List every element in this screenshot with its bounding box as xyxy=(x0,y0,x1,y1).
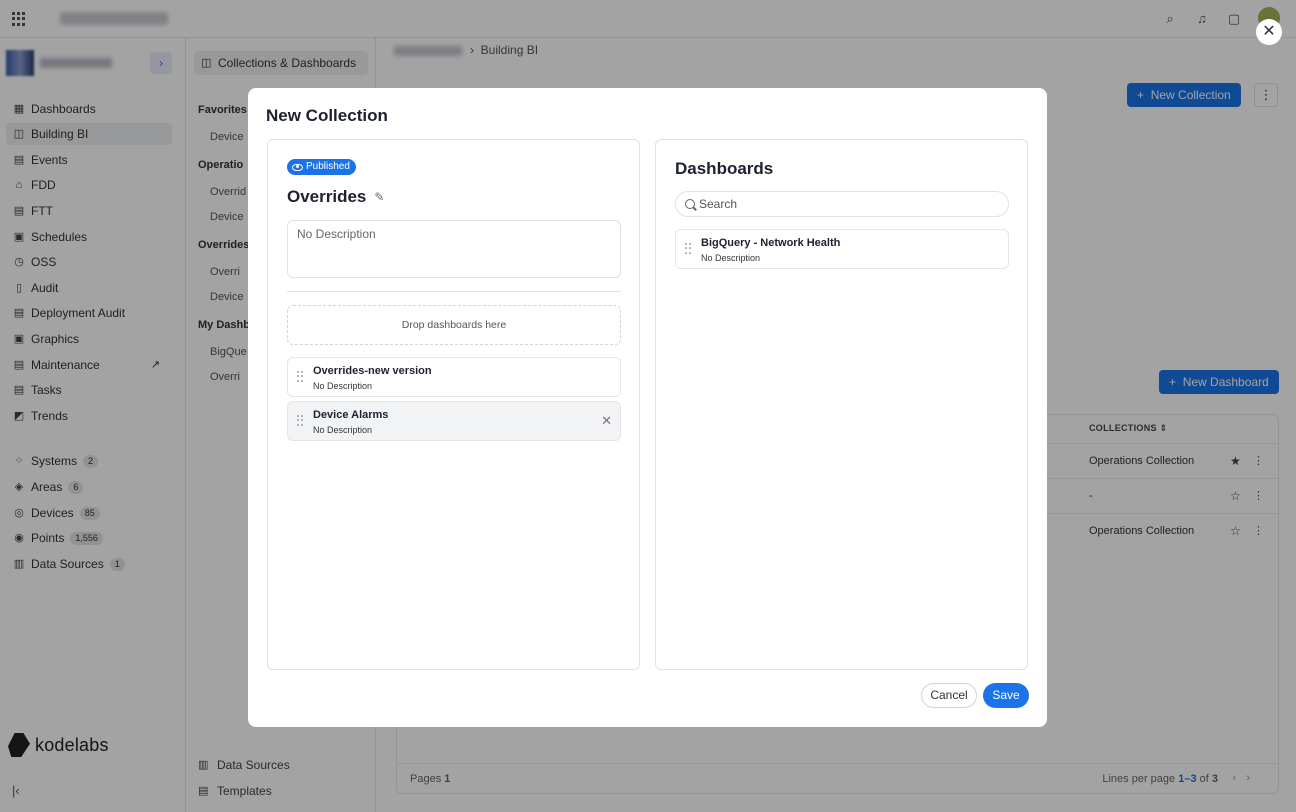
new-collection-dialog: New Collection Published Overrides ✎ No … xyxy=(248,88,1047,727)
dashboards-pane: Dashboards BigQuery - Network Health No … xyxy=(655,139,1028,670)
dashboard-name: BigQuery - Network Health xyxy=(701,237,841,249)
edit-pencil-icon[interactable]: ✎ xyxy=(374,190,384,204)
search-icon xyxy=(685,199,695,209)
published-status-badge[interactable]: Published xyxy=(287,159,356,175)
drag-handle-icon[interactable] xyxy=(297,371,303,382)
dashboard-description: No Description xyxy=(313,425,373,435)
description-field[interactable]: No Description xyxy=(287,220,621,278)
dashboard-name: Device Alarms xyxy=(313,409,389,421)
dashboard-description: No Description xyxy=(313,381,373,391)
collection-name-text: Overrides xyxy=(287,187,367,206)
dialog-title: New Collection xyxy=(266,106,388,125)
available-dashboard-item[interactable]: BigQuery - Network Health No Description xyxy=(675,229,1009,269)
save-button[interactable]: Save xyxy=(983,683,1029,708)
description-placeholder: No Description xyxy=(297,227,376,241)
drag-handle-icon[interactable] xyxy=(685,243,691,254)
status-label: Published xyxy=(306,161,350,172)
dashboard-dropzone[interactable]: Drop dashboards here xyxy=(287,305,621,345)
dashboard-name: Overrides-new version xyxy=(313,365,432,377)
cancel-button[interactable]: Cancel xyxy=(921,683,977,708)
selected-dashboard-item[interactable]: Device Alarms No Description ✕ xyxy=(287,401,621,441)
collection-name: Overrides ✎ xyxy=(287,187,384,207)
dashboard-description: No Description xyxy=(701,253,761,263)
close-icon[interactable]: ✕ xyxy=(1256,19,1282,45)
dashboard-search[interactable] xyxy=(675,191,1009,217)
search-input[interactable] xyxy=(699,196,999,212)
eye-icon xyxy=(292,163,303,171)
dashboards-title: Dashboards xyxy=(675,159,774,178)
collection-editor-pane: Published Overrides ✎ No Description Dro… xyxy=(267,139,640,670)
remove-close-icon[interactable]: ✕ xyxy=(601,413,612,429)
selected-dashboard-item[interactable]: Overrides-new version No Description xyxy=(287,357,621,397)
divider xyxy=(287,291,621,292)
drag-handle-icon[interactable] xyxy=(297,415,303,426)
dropzone-label: Drop dashboards here xyxy=(401,319,507,331)
